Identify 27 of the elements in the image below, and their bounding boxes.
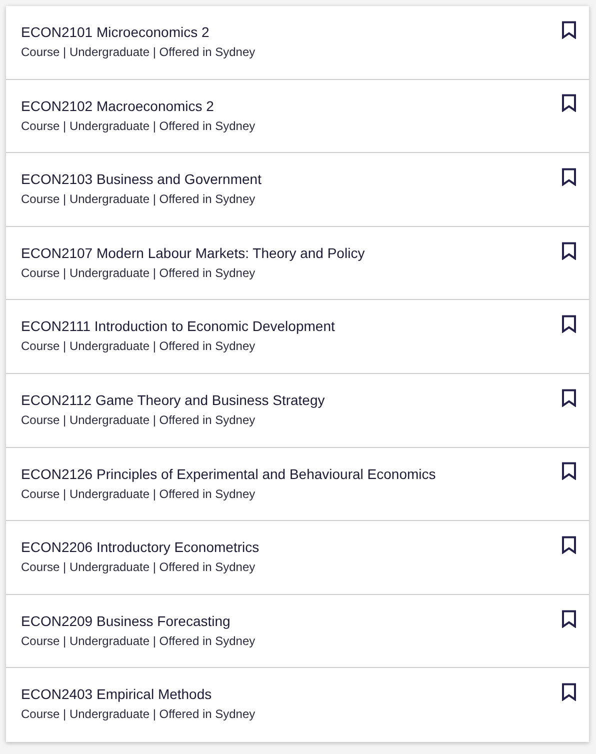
course-details: Course | Undergraduate | Offered in Sydney xyxy=(21,412,256,427)
course-title-link[interactable]: ECON2206 Introductory Econometrics xyxy=(21,539,260,556)
course-details: Course | Undergraduate | Offered in Sydney xyxy=(21,634,256,648)
bookmark-button[interactable] xyxy=(561,680,577,698)
bookmark-button[interactable] xyxy=(561,18,577,36)
course-details: Course | Undergraduate | Offered in Sydney xyxy=(21,266,256,280)
course-title-link[interactable]: ECON2103 Business and Government xyxy=(21,171,262,188)
course-title-link[interactable]: ECON2101 Microeconomics 2 xyxy=(21,24,256,40)
course-details: Course | Undergraduate | Offered in Sydney xyxy=(21,118,256,133)
course-details: Course | Undergraduate | Offered in Sydney xyxy=(21,339,256,354)
course-title-link[interactable]: ECON2102 Macroeconomics 2 xyxy=(21,98,256,114)
bookmark-button[interactable] xyxy=(561,533,577,552)
course-title-link[interactable]: ECON2112 Game Theory and Business Strategy xyxy=(21,392,325,408)
course-title-link[interactable]: ECON2209 Business Forecasting xyxy=(21,612,256,629)
course-title-link[interactable]: ECON2403 Empirical Methods xyxy=(21,686,256,702)
course-details: Course | Undergraduate | Offered in Sydney xyxy=(21,560,256,574)
course-details: Course | Undergraduate | Offered in Sydney xyxy=(21,192,256,206)
course-title-link[interactable]: ECON2126 Principles of Experimental and Behavioural Economics xyxy=(21,466,436,482)
course-details: Course | Undergraduate | Offered in Sydney xyxy=(21,45,256,59)
bookmark-button[interactable] xyxy=(561,460,577,478)
bookmark-button[interactable] xyxy=(561,92,577,110)
course-details: Course | Undergraduate | Offered in Sydney xyxy=(21,707,256,722)
course-details: Course | Undergraduate | Offered in Sydney xyxy=(21,486,256,501)
bookmark-button[interactable] xyxy=(561,165,577,184)
bookmark-button[interactable] xyxy=(561,312,577,330)
course-title-link[interactable]: ECON2107 Modern Labour Markets: Theory and Policy xyxy=(21,244,365,261)
course-title-link[interactable]: ECON2111 Introduction to Economic Development xyxy=(21,318,335,334)
